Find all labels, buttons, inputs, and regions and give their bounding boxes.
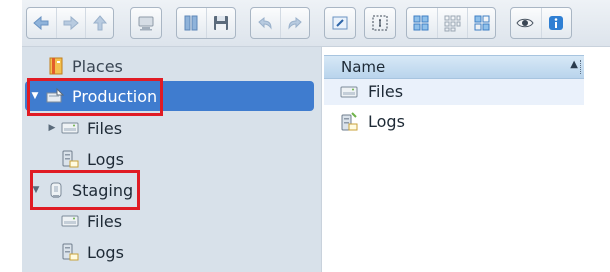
connect-icon <box>138 16 154 31</box>
tree-item-production-logs[interactable]: Logs <box>22 145 321 173</box>
save-button[interactable] <box>206 8 235 38</box>
bookmarks-button[interactable] <box>177 8 205 38</box>
back-arrow-icon <box>33 15 49 31</box>
save-icon <box>214 16 228 30</box>
highlight-box-production <box>27 78 163 116</box>
details-view-icon <box>474 15 490 31</box>
file-button-group <box>176 7 236 39</box>
drive-icon <box>339 82 359 102</box>
forward-button[interactable] <box>56 8 85 38</box>
name-column-header[interactable]: Name ▲ <box>324 55 584 79</box>
back-button[interactable] <box>27 8 55 38</box>
tree-item-production-files[interactable]: ▶ Files <box>22 114 321 142</box>
drive-icon <box>60 118 80 138</box>
toolbar <box>22 0 610 47</box>
list-item-label: Logs <box>368 112 405 131</box>
large-icons-view-button[interactable] <box>407 8 435 38</box>
sort-ascending-icon: ▲ <box>570 59 578 70</box>
places-icon <box>46 56 66 76</box>
tree-item-label: Files <box>87 119 123 138</box>
redo-icon <box>288 16 302 30</box>
tree-item-staging-logs[interactable]: Logs <box>22 238 321 266</box>
info-button[interactable] <box>541 8 570 38</box>
info-icon <box>549 16 563 30</box>
logs-icon <box>339 112 359 132</box>
tree-item-label: Logs <box>87 150 124 169</box>
details-view-button[interactable] <box>467 8 496 38</box>
large-icons-view-icon <box>413 15 429 31</box>
up-button[interactable] <box>85 8 114 38</box>
column-header-label: Name <box>341 58 386 76</box>
connect-button[interactable] <box>132 8 160 38</box>
tree-item-label: Logs <box>87 243 124 262</box>
undo-button[interactable] <box>251 8 279 38</box>
list-item[interactable]: Files <box>324 79 584 105</box>
bookmarks-icon <box>184 15 198 31</box>
logs-icon <box>60 242 80 262</box>
history-button-group <box>250 7 310 39</box>
column-resize-handle[interactable] <box>580 60 583 74</box>
navigation-button-group <box>26 7 114 39</box>
preview-button[interactable] <box>511 8 539 38</box>
highlight-box-staging <box>30 170 140 210</box>
tree-item-label: Places <box>72 57 123 76</box>
forward-arrow-icon <box>63 15 79 31</box>
select-button[interactable] <box>366 8 394 38</box>
drive-icon <box>60 211 80 231</box>
small-icons-view-button[interactable] <box>437 8 466 38</box>
tree-item-places[interactable]: Places <box>22 52 321 80</box>
select-button-group <box>364 7 396 39</box>
panel-button-group <box>510 7 572 39</box>
logs-icon <box>60 149 80 169</box>
small-icons-view-icon <box>444 15 461 32</box>
list-item[interactable]: Logs <box>324 109 584 135</box>
connect-button-group <box>130 7 162 39</box>
list-item-label: Files <box>368 82 404 101</box>
view-button-group <box>406 7 496 39</box>
file-list-pane: Name ▲ Files Logs <box>324 47 610 272</box>
tree-item-staging-files[interactable]: Files <box>22 207 321 235</box>
up-arrow-icon <box>92 15 108 31</box>
rename-button[interactable] <box>326 8 354 38</box>
undo-icon <box>258 16 272 30</box>
rename-button-group <box>324 7 356 39</box>
rename-icon <box>332 16 348 30</box>
select-icon <box>372 15 388 31</box>
expand-arrow-icon[interactable]: ▶ <box>47 123 57 133</box>
preview-eye-icon <box>516 18 534 28</box>
redo-button[interactable] <box>280 8 309 38</box>
tree-item-label: Files <box>87 212 123 231</box>
